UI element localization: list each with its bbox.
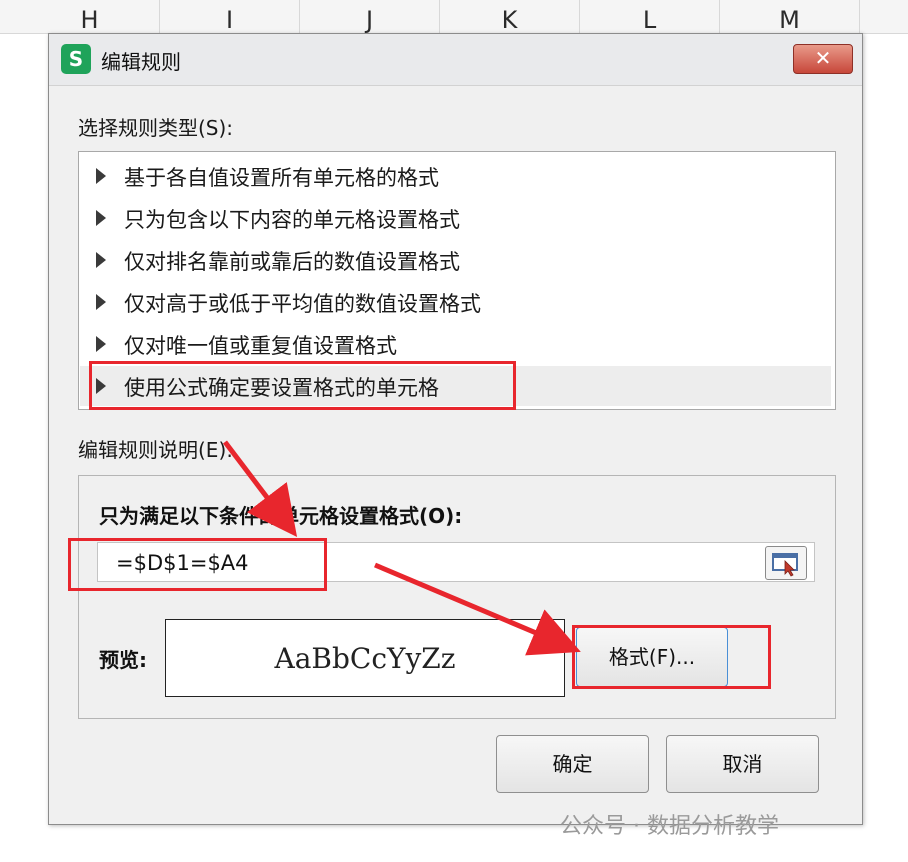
column-header[interactable]: H	[20, 0, 160, 34]
wps-spreadsheet-icon: S	[61, 44, 91, 74]
condition-label: 只为满足以下条件的单元格设置格式(O):	[99, 504, 463, 528]
rule-type-label: 仅对高于或低于平均值的数值设置格式	[124, 292, 481, 316]
range-select-icon	[772, 553, 798, 577]
select-rule-type-label: 选择规则类型(S):	[78, 116, 234, 140]
column-header[interactable]: K	[440, 0, 580, 34]
edit-rule-dialog: S 编辑规则 ✕ 选择规则类型(S): 基于各自值设置所有单元格的格式 只为包含…	[48, 33, 863, 825]
column-header[interactable]: I	[160, 0, 300, 34]
rule-type-item[interactable]: 只为包含以下内容的单元格设置格式	[80, 198, 831, 238]
triangle-right-icon	[96, 252, 106, 268]
dialog-title: 编辑规则	[101, 50, 181, 74]
rule-type-label: 使用公式确定要设置格式的单元格	[124, 376, 439, 400]
rule-type-label: 基于各自值设置所有单元格的格式	[124, 166, 439, 190]
rule-type-list[interactable]: 基于各自值设置所有单元格的格式 只为包含以下内容的单元格设置格式 仅对排名靠前或…	[78, 151, 836, 410]
format-preview: AaBbCcYyZz	[165, 619, 565, 697]
rule-description-group: 只为满足以下条件的单元格设置格式(O): =$D$1=$A4 预览: AaBbC…	[78, 475, 836, 719]
formula-input[interactable]: =$D$1=$A4	[97, 542, 815, 582]
watermark: 公众号 · 数据分析教学	[560, 814, 779, 839]
rule-type-item[interactable]: 仅对唯一值或重复值设置格式	[80, 324, 831, 364]
triangle-right-icon	[96, 336, 106, 352]
rule-type-label: 仅对排名靠前或靠后的数值设置格式	[124, 250, 460, 274]
rule-type-label: 仅对唯一值或重复值设置格式	[124, 334, 397, 358]
triangle-right-icon	[96, 168, 106, 184]
close-icon[interactable]: ✕	[793, 44, 853, 74]
column-header[interactable]: M	[720, 0, 860, 34]
range-select-button[interactable]	[765, 546, 807, 580]
rule-type-item[interactable]: 仅对排名靠前或靠后的数值设置格式	[80, 240, 831, 280]
column-header[interactable]: J	[300, 0, 440, 34]
rule-type-item[interactable]: 仅对高于或低于平均值的数值设置格式	[80, 282, 831, 322]
format-button[interactable]: 格式(F)...	[576, 627, 728, 687]
edit-rule-description-label: 编辑规则说明(E):	[78, 438, 233, 462]
triangle-right-icon	[96, 210, 106, 226]
preview-label: 预览:	[99, 648, 147, 672]
triangle-right-icon	[96, 294, 106, 310]
triangle-right-icon	[96, 378, 106, 394]
rule-type-label: 只为包含以下内容的单元格设置格式	[124, 208, 460, 232]
rule-type-item-selected[interactable]: 使用公式确定要设置格式的单元格	[80, 366, 831, 406]
rule-type-item[interactable]: 基于各自值设置所有单元格的格式	[80, 156, 831, 196]
column-header[interactable]: L	[580, 0, 720, 34]
column-header-strip: H I J K L M	[0, 0, 908, 34]
cancel-button[interactable]: 取消	[666, 735, 819, 793]
ok-button[interactable]: 确定	[496, 735, 649, 793]
dialog-titlebar[interactable]: S 编辑规则 ✕	[49, 34, 862, 86]
